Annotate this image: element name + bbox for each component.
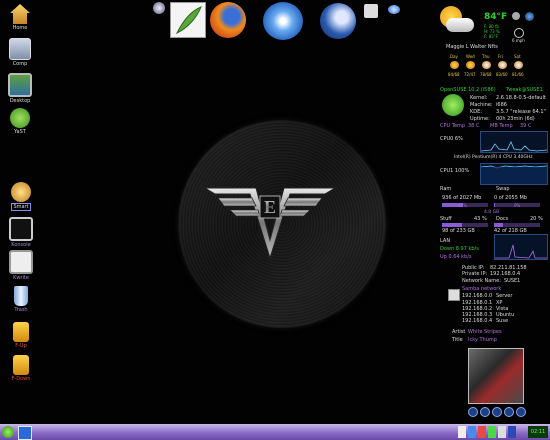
desktop-icon-kwrite[interactable]: Kwrite — [1, 250, 41, 281]
opensuse-logo-icon — [442, 94, 464, 116]
desktop-icon-computer[interactable]: Comp — [0, 38, 40, 67]
unlock-icon — [13, 355, 29, 375]
desktop-icon-smart[interactable]: Smart — [1, 182, 41, 211]
desktop-icon-home[interactable]: Home — [0, 4, 40, 31]
desktop: E Home Comp Desktop YaST Smart Konsole K… — [0, 0, 550, 424]
desktop-icon-fup[interactable]: F-Up — [1, 322, 41, 349]
next-icon[interactable] — [516, 407, 526, 417]
firefox-icon[interactable] — [210, 2, 246, 38]
globe-small-icon[interactable] — [153, 2, 165, 14]
feather-icon — [175, 6, 202, 35]
cpu1-graph — [480, 163, 548, 185]
previous-icon[interactable] — [468, 407, 478, 417]
lan-graph — [494, 234, 548, 260]
tray-icon-1[interactable] — [458, 426, 466, 438]
trash-icon — [14, 286, 28, 306]
moon-icon — [512, 12, 520, 20]
document-icon[interactable] — [364, 4, 378, 18]
album-art — [468, 348, 524, 404]
show-desktop-icon[interactable] — [18, 426, 32, 440]
forecast-sun-icon — [466, 61, 475, 69]
forecast-cloud-icon — [482, 61, 491, 69]
cpu0-graph — [480, 131, 548, 153]
paint-brush-icon[interactable] — [170, 2, 206, 38]
desktop-icon-fdown[interactable]: F-Down — [1, 355, 41, 382]
konsole-icon — [9, 217, 33, 241]
van-halen-logo: E — [203, 187, 337, 260]
pause-icon[interactable] — [492, 407, 502, 417]
konqueror-icon[interactable] — [263, 2, 303, 40]
stop-icon[interactable] — [504, 407, 514, 417]
thunderbird-icon[interactable] — [320, 3, 356, 39]
lock-icon — [13, 322, 29, 342]
clock[interactable]: 02:11 — [528, 426, 548, 438]
weather-location: Maggie L Walter Nfts — [446, 44, 498, 50]
desktop-icon-konsole[interactable]: Konsole — [1, 217, 41, 248]
samba-network-icon — [448, 289, 460, 301]
computer-icon — [9, 38, 31, 60]
system-monitor-panel: 84°F F: 80 fb H: 73 % F: 83°F 6 mph Magg… — [434, 0, 550, 424]
weather-cloud-icon — [436, 4, 474, 36]
wind-icon — [514, 28, 524, 38]
smart-icon — [11, 182, 31, 202]
start-menu-icon[interactable] — [2, 426, 14, 438]
docs-bar — [494, 223, 540, 227]
yast-icon — [10, 108, 30, 128]
globe-icon — [525, 12, 534, 21]
forecast-sun-icon — [450, 61, 459, 69]
tray-icon-5[interactable] — [498, 426, 506, 438]
desktop-icon — [8, 73, 32, 97]
tray-icon-3[interactable] — [478, 426, 486, 438]
svg-text:E: E — [264, 197, 276, 217]
kwrite-icon — [9, 250, 33, 274]
taskbar: 02:11 — [0, 424, 550, 440]
network-icon[interactable] — [388, 5, 400, 14]
tray-icon-4[interactable] — [488, 426, 496, 438]
desktop-icon-desktop[interactable]: Desktop — [0, 73, 40, 104]
tray-icon-6[interactable] — [508, 426, 516, 438]
stuff-bar — [442, 223, 488, 227]
forecast-cloud-icon — [498, 61, 507, 69]
forecast-cloud-icon — [514, 61, 523, 69]
play-icon[interactable] — [480, 407, 490, 417]
desktop-icon-trash[interactable]: Trash — [1, 286, 41, 313]
desktop-icon-yast[interactable]: YaST — [0, 108, 40, 135]
home-icon — [10, 4, 30, 24]
weather-temp: 84°F — [484, 12, 508, 22]
tray-icon-2[interactable] — [468, 426, 476, 438]
